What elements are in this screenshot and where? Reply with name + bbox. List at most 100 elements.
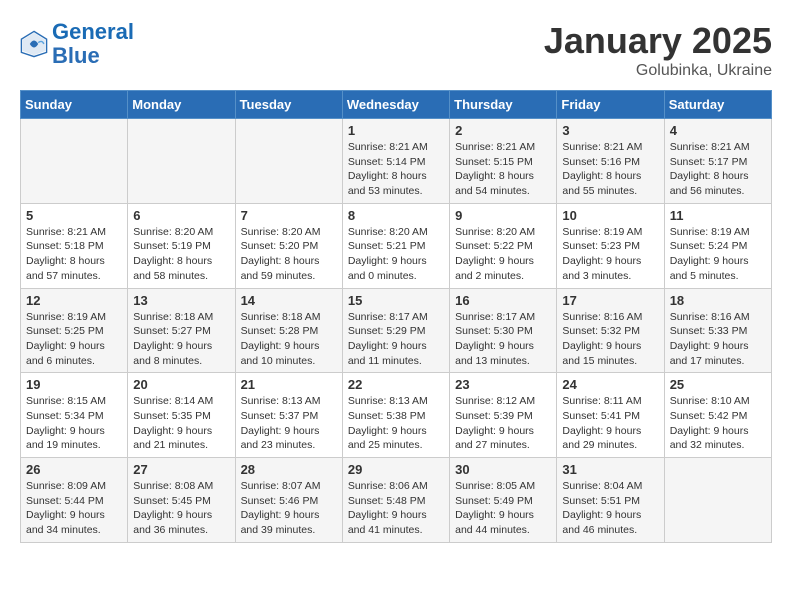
day-number: 3 — [562, 123, 658, 138]
day-number: 19 — [26, 377, 122, 392]
day-number: 16 — [455, 293, 551, 308]
day-number: 27 — [133, 462, 229, 477]
day-cell-22: 22Sunrise: 8:13 AMSunset: 5:38 PMDayligh… — [342, 373, 449, 458]
day-cell-8: 8Sunrise: 8:20 AMSunset: 5:21 PMDaylight… — [342, 203, 449, 288]
day-number: 18 — [670, 293, 766, 308]
day-number: 5 — [26, 208, 122, 223]
weekday-header-friday: Friday — [557, 91, 664, 119]
day-number: 30 — [455, 462, 551, 477]
day-number: 7 — [241, 208, 337, 223]
day-cell-29: 29 Sunrise: 8:06 AMSunset: 5:48 PMDayligh… — [342, 458, 449, 543]
day-info: Sunrise: 8:10 AMSunset: 5:42 PMDaylight:… — [670, 394, 766, 453]
day-cell-15: 15 Sunrise: 8:17 AMSunset: 5:29 PMDayligh… — [342, 288, 449, 373]
weekday-header-saturday: Saturday — [664, 91, 771, 119]
day-info: Sunrise: 8:14 AMSunset: 5:35 PMDaylight:… — [133, 394, 229, 453]
calendar-subtitle: Golubinka, Ukraine — [544, 62, 772, 80]
weekday-header-row: SundayMondayTuesdayWednesdayThursdayFrid… — [21, 91, 772, 119]
day-number: 4 — [670, 123, 766, 138]
logo-icon — [20, 30, 48, 58]
week-row-1: 1Sunrise: 8:21 AMSunset: 5:14 PMDaylight… — [21, 119, 772, 204]
day-number: 8 — [348, 208, 444, 223]
day-number: 26 — [26, 462, 122, 477]
day-info: Sunrise: 8:21 AMSunset: 5:18 PMDaylight:… — [26, 225, 122, 284]
day-number: 20 — [133, 377, 229, 392]
week-row-4: 19 Sunrise: 8:15 AMSunset: 5:34 PMDayligh… — [21, 373, 772, 458]
day-number: 15 — [348, 293, 444, 308]
day-number: 13 — [133, 293, 229, 308]
day-cell-13: 13Sunrise: 8:18 AMSunset: 5:27 PMDayligh… — [128, 288, 235, 373]
day-number: 28 — [241, 462, 337, 477]
day-info: Sunrise: 8:13 AMSunset: 5:37 PMDaylight:… — [241, 394, 337, 453]
day-info: Sunrise: 8:20 AMSunset: 5:20 PMDaylight:… — [241, 225, 337, 284]
day-info: Sunrise: 8:06 AMSunset: 5:48 PMDaylight:… — [348, 479, 444, 538]
day-cell-5: 5 Sunrise: 8:21 AMSunset: 5:18 PMDaylight… — [21, 203, 128, 288]
day-number: 21 — [241, 377, 337, 392]
day-cell-6: 6 Sunrise: 8:20 AMSunset: 5:19 PMDaylight… — [128, 203, 235, 288]
day-number: 10 — [562, 208, 658, 223]
day-info: Sunrise: 8:16 AMSunset: 5:32 PMDaylight:… — [562, 310, 658, 369]
day-cell-9: 9 Sunrise: 8:20 AMSunset: 5:22 PMDaylight… — [450, 203, 557, 288]
day-number: 17 — [562, 293, 658, 308]
week-row-2: 5 Sunrise: 8:21 AMSunset: 5:18 PMDaylight… — [21, 203, 772, 288]
day-cell-17: 17 Sunrise: 8:16 AMSunset: 5:32 PMDayligh… — [557, 288, 664, 373]
day-number: 11 — [670, 208, 766, 223]
week-row-5: 26Sunrise: 8:09 AMSunset: 5:44 PMDayligh… — [21, 458, 772, 543]
day-cell-26: 26Sunrise: 8:09 AMSunset: 5:44 PMDayligh… — [21, 458, 128, 543]
day-info: Sunrise: 8:13 AMSunset: 5:38 PMDaylight:… — [348, 394, 444, 453]
day-number: 12 — [26, 293, 122, 308]
day-info: Sunrise: 8:19 AMSunset: 5:23 PMDaylight:… — [562, 225, 658, 284]
day-number: 29 — [348, 462, 444, 477]
day-cell-28: 28Sunrise: 8:07 AMSunset: 5:46 PMDayligh… — [235, 458, 342, 543]
day-cell-21: 21 Sunrise: 8:13 AMSunset: 5:37 PMDayligh… — [235, 373, 342, 458]
day-info: Sunrise: 8:16 AMSunset: 5:33 PMDaylight:… — [670, 310, 766, 369]
day-cell-4: 4 Sunrise: 8:21 AMSunset: 5:17 PMDaylight… — [664, 119, 771, 204]
weekday-header-thursday: Thursday — [450, 91, 557, 119]
day-cell-16: 16 Sunrise: 8:17 AMSunset: 5:30 PMDayligh… — [450, 288, 557, 373]
logo: General Blue — [20, 20, 134, 68]
day-info: Sunrise: 8:08 AMSunset: 5:45 PMDaylight:… — [133, 479, 229, 538]
day-cell-20: 20 Sunrise: 8:14 AMSunset: 5:35 PMDayligh… — [128, 373, 235, 458]
day-cell-14: 14 Sunrise: 8:18 AMSunset: 5:28 PMDayligh… — [235, 288, 342, 373]
day-number: 6 — [133, 208, 229, 223]
day-info: Sunrise: 8:12 AMSunset: 5:39 PMDaylight:… — [455, 394, 551, 453]
day-number: 14 — [241, 293, 337, 308]
logo-text: General Blue — [52, 20, 134, 68]
day-number: 23 — [455, 377, 551, 392]
week-row-3: 12 Sunrise: 8:19 AMSunset: 5:25 PMDayligh… — [21, 288, 772, 373]
title-block: January 2025 Golubinka, Ukraine — [544, 20, 772, 80]
day-info: Sunrise: 8:21 AMSunset: 5:15 PMDaylight:… — [455, 140, 551, 199]
day-info: Sunrise: 8:21 AMSunset: 5:16 PMDaylight:… — [562, 140, 658, 199]
day-cell-31: 31Sunrise: 8:04 AMSunset: 5:51 PMDayligh… — [557, 458, 664, 543]
weekday-header-tuesday: Tuesday — [235, 91, 342, 119]
day-info: Sunrise: 8:11 AMSunset: 5:41 PMDaylight:… — [562, 394, 658, 453]
day-number: 9 — [455, 208, 551, 223]
day-info: Sunrise: 8:19 AMSunset: 5:25 PMDaylight:… — [26, 310, 122, 369]
empty-cell — [21, 119, 128, 204]
day-info: Sunrise: 8:17 AMSunset: 5:30 PMDaylight:… — [455, 310, 551, 369]
day-number: 24 — [562, 377, 658, 392]
empty-cell — [235, 119, 342, 204]
day-cell-24: 24 Sunrise: 8:11 AMSunset: 5:41 PMDayligh… — [557, 373, 664, 458]
day-info: Sunrise: 8:21 AMSunset: 5:17 PMDaylight:… — [670, 140, 766, 199]
day-number: 31 — [562, 462, 658, 477]
empty-cell — [664, 458, 771, 543]
day-info: Sunrise: 8:20 AMSunset: 5:22 PMDaylight:… — [455, 225, 551, 284]
weekday-header-monday: Monday — [128, 91, 235, 119]
day-cell-19: 19 Sunrise: 8:15 AMSunset: 5:34 PMDayligh… — [21, 373, 128, 458]
logo-line2: Blue — [52, 43, 100, 68]
day-info: Sunrise: 8:20 AMSunset: 5:19 PMDaylight:… — [133, 225, 229, 284]
day-info: Sunrise: 8:15 AMSunset: 5:34 PMDaylight:… — [26, 394, 122, 453]
day-info: Sunrise: 8:19 AMSunset: 5:24 PMDaylight:… — [670, 225, 766, 284]
day-cell-3: 3 Sunrise: 8:21 AMSunset: 5:16 PMDaylight… — [557, 119, 664, 204]
day-info: Sunrise: 8:18 AMSunset: 5:28 PMDaylight:… — [241, 310, 337, 369]
day-cell-7: 7 Sunrise: 8:20 AMSunset: 5:20 PMDaylight… — [235, 203, 342, 288]
weekday-header-wednesday: Wednesday — [342, 91, 449, 119]
day-cell-2: 2Sunrise: 8:21 AMSunset: 5:15 PMDaylight… — [450, 119, 557, 204]
day-cell-30: 30Sunrise: 8:05 AMSunset: 5:49 PMDayligh… — [450, 458, 557, 543]
day-cell-18: 18 Sunrise: 8:16 AMSunset: 5:33 PMDayligh… — [664, 288, 771, 373]
day-cell-23: 23 Sunrise: 8:12 AMSunset: 5:39 PMDayligh… — [450, 373, 557, 458]
empty-cell — [128, 119, 235, 204]
logo-line1: General — [52, 19, 134, 44]
day-info: Sunrise: 8:17 AMSunset: 5:29 PMDaylight:… — [348, 310, 444, 369]
day-number: 25 — [670, 377, 766, 392]
